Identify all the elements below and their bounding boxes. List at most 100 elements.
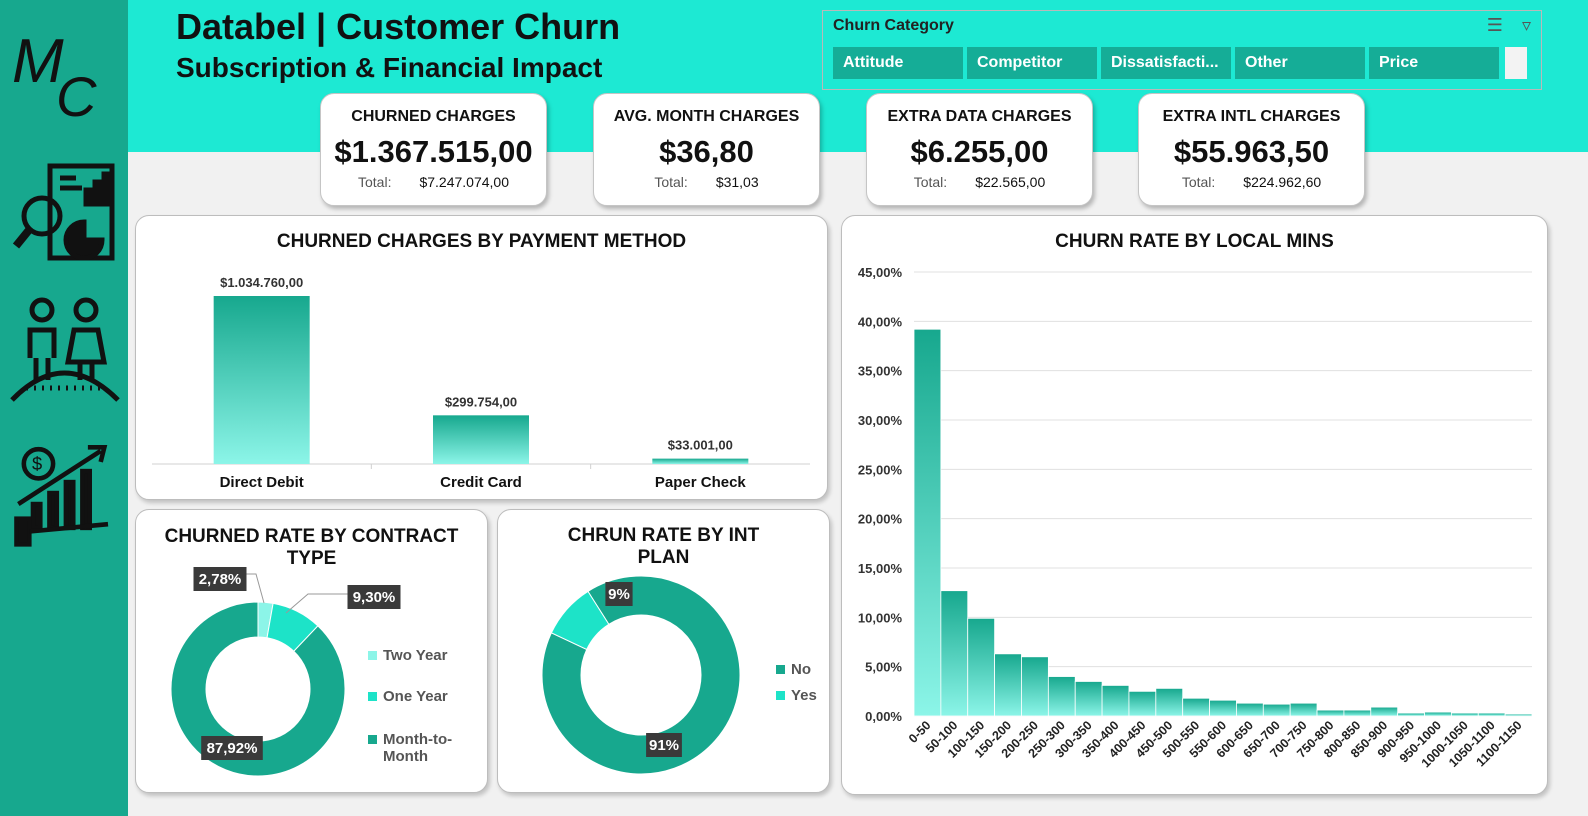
kpi-label: EXTRA DATA CHARGES (887, 108, 1072, 125)
legend-label: One Year (383, 688, 448, 705)
contract-type-chart: 2,78% 9,30% 87,92% Two Year One Year Month-to… (170, 567, 452, 777)
data-label: $33.001,00 (668, 438, 733, 453)
slicer-item-dissatisfaction[interactable]: Dissatisfacti... (1101, 47, 1231, 79)
int-plan-chart-panel: CHRUN RATE BY INT PLAN 91% 9% No Yes (497, 509, 830, 793)
y-tick-label: 15,00% (858, 561, 903, 576)
kpi-total-label: Total: (1181, 174, 1216, 190)
y-tick-label: 5,00% (865, 660, 902, 675)
kpi-churned-charges: CHURNED CHARGES $1.367.515,00 Total: $7.2… (320, 93, 547, 206)
kpi-total-value: $31,03 (715, 174, 759, 190)
slicer-item-price[interactable]: Price (1369, 47, 1499, 79)
histogram-bar[interactable] (1397, 712, 1425, 717)
kpi-avg-month-charges: AVG. MONTH CHARGES $36,80 Total: $31,03 (593, 93, 820, 206)
slicer-item-other[interactable]: Other (1235, 47, 1365, 79)
sidebar: M C $ (0, 0, 128, 816)
kpi-total-label: Total: (913, 174, 948, 190)
histogram-bar[interactable] (1128, 690, 1157, 717)
y-tick-label: 10,00% (858, 610, 903, 625)
data-label: 87,92% (207, 740, 258, 757)
y-tick-label: 25,00% (858, 462, 903, 477)
kpi-total-value: $224.962,60 (1243, 174, 1322, 190)
histogram-bar[interactable] (1236, 702, 1264, 717)
data-label: 9,30% (353, 589, 396, 606)
histogram-bar[interactable] (1504, 713, 1533, 717)
y-tick-label: 35,00% (858, 364, 903, 379)
kpi-value: $6.255,00 (910, 134, 1049, 169)
histogram-bar[interactable] (1289, 702, 1318, 717)
payment-method-chart-panel: CHURNED CHARGES BY PAYMENT METHOD $1.034… (135, 215, 828, 500)
histogram-bar[interactable] (1262, 703, 1291, 717)
histogram-bar[interactable] (967, 617, 996, 717)
data-label: $1.034.760,00 (220, 275, 303, 290)
kpi-total-label: Total: (358, 174, 392, 190)
histogram-bar[interactable] (1074, 681, 1103, 717)
histogram-bar[interactable] (1316, 709, 1345, 717)
kpi-label: EXTRA INTL CHARGES (1162, 108, 1341, 125)
histogram-bar[interactable] (1155, 687, 1184, 717)
y-tick-label: 40,00% (858, 314, 903, 329)
kpi-value: $55.963,50 (1173, 134, 1330, 169)
legend-swatch (368, 735, 377, 744)
histogram-bar[interactable] (913, 328, 942, 717)
y-tick-label: 30,00% (858, 413, 903, 428)
payment-method-chart: $1.034.760,00 Direct Debit $299.754,00 Cred… (152, 275, 810, 491)
histogram-bar[interactable] (1209, 699, 1237, 717)
bar[interactable] (433, 415, 529, 464)
local-mins-chart: 0,00% 5,00% 10,00% 15,00% 20,00% 25,00% 30,00%… (858, 265, 1533, 770)
histogram-bar[interactable] (1343, 709, 1372, 717)
customers-icon[interactable] (8, 296, 122, 404)
int-plan-chart: 91% 9% No Yes (541, 575, 817, 775)
churn-category-slicer: Churn Category ☰ ▿ Attitude Competitor D… (822, 10, 1542, 90)
histogram-bar[interactable] (1424, 711, 1452, 717)
svg-text:$: $ (32, 453, 42, 474)
kpi-extra-data-charges: EXTRA DATA CHARGES $6.255,00 Total: $22.5… (866, 93, 1093, 206)
bar[interactable] (213, 296, 310, 464)
kpi-value: $36,80 (659, 134, 754, 169)
slicer-item-attitude[interactable]: Attitude (833, 47, 963, 79)
legend-swatch (368, 651, 377, 660)
legend-label: Two Year (383, 647, 448, 664)
y-tick-label: 45,00% (858, 265, 903, 280)
contract-type-chart-panel: CHURNED RATE BY CONTRACT TYPE 2,78% 9,30%… (135, 509, 488, 793)
slicer-scrollbar[interactable] (1505, 47, 1527, 79)
data-label: 2,78% (199, 571, 242, 588)
kpi-value: $1.367.515,00 (334, 134, 533, 169)
histogram-bar[interactable] (1450, 712, 1479, 717)
kpi-total-value: $22.565,00 (975, 174, 1046, 190)
report-analysis-icon[interactable] (8, 160, 122, 268)
page-subtitle: Subscription & Financial Impact (176, 52, 603, 83)
legend-swatch (776, 691, 785, 700)
category-label: Direct Debit (220, 474, 304, 491)
histogram-bar[interactable] (1101, 685, 1130, 717)
clear-filter-icon[interactable]: ▿ (1522, 15, 1531, 35)
bar[interactable] (652, 458, 749, 464)
local-mins-chart-panel: CHURN RATE BY LOCAL MINS 0,00% 5,00% 10,00… (841, 215, 1548, 795)
histogram-bar[interactable] (1477, 712, 1506, 717)
histogram-bar[interactable] (1021, 656, 1049, 717)
y-tick-label: 20,00% (858, 512, 903, 527)
category-label: Credit Card (440, 474, 522, 491)
financial-growth-icon[interactable]: $ (8, 440, 122, 548)
kpi-total-label: Total: (654, 174, 688, 190)
kpi-extra-intl-charges: EXTRA INTL CHARGES $55.963,50 Total: $224… (1138, 93, 1365, 206)
data-label: 9% (608, 586, 630, 603)
svg-text:C: C (56, 65, 97, 122)
logo: M C (12, 27, 97, 122)
data-label: $299.754,00 (445, 394, 517, 409)
histogram-bar[interactable] (1047, 676, 1076, 717)
multi-select-icon[interactable]: ☰ (1487, 15, 1503, 35)
legend-label: Yes (791, 687, 817, 704)
category-label: Paper Check (655, 474, 747, 491)
legend-swatch (368, 692, 377, 701)
kpi-label: CHURNED CHARGES (351, 108, 516, 125)
histogram-bar[interactable] (1182, 697, 1210, 717)
histogram-bar[interactable] (1370, 706, 1399, 717)
kpi-total-value: $7.247.074,00 (419, 174, 509, 190)
slicer-item-competitor[interactable]: Competitor (967, 47, 1097, 79)
legend-label: No (791, 661, 811, 678)
histogram-bar[interactable] (940, 590, 969, 717)
page-title: Databel | Customer Churn (176, 6, 621, 47)
histogram-bar[interactable] (994, 653, 1022, 717)
legend-label: Month-to- (383, 731, 452, 748)
legend-label: Month (383, 748, 428, 765)
